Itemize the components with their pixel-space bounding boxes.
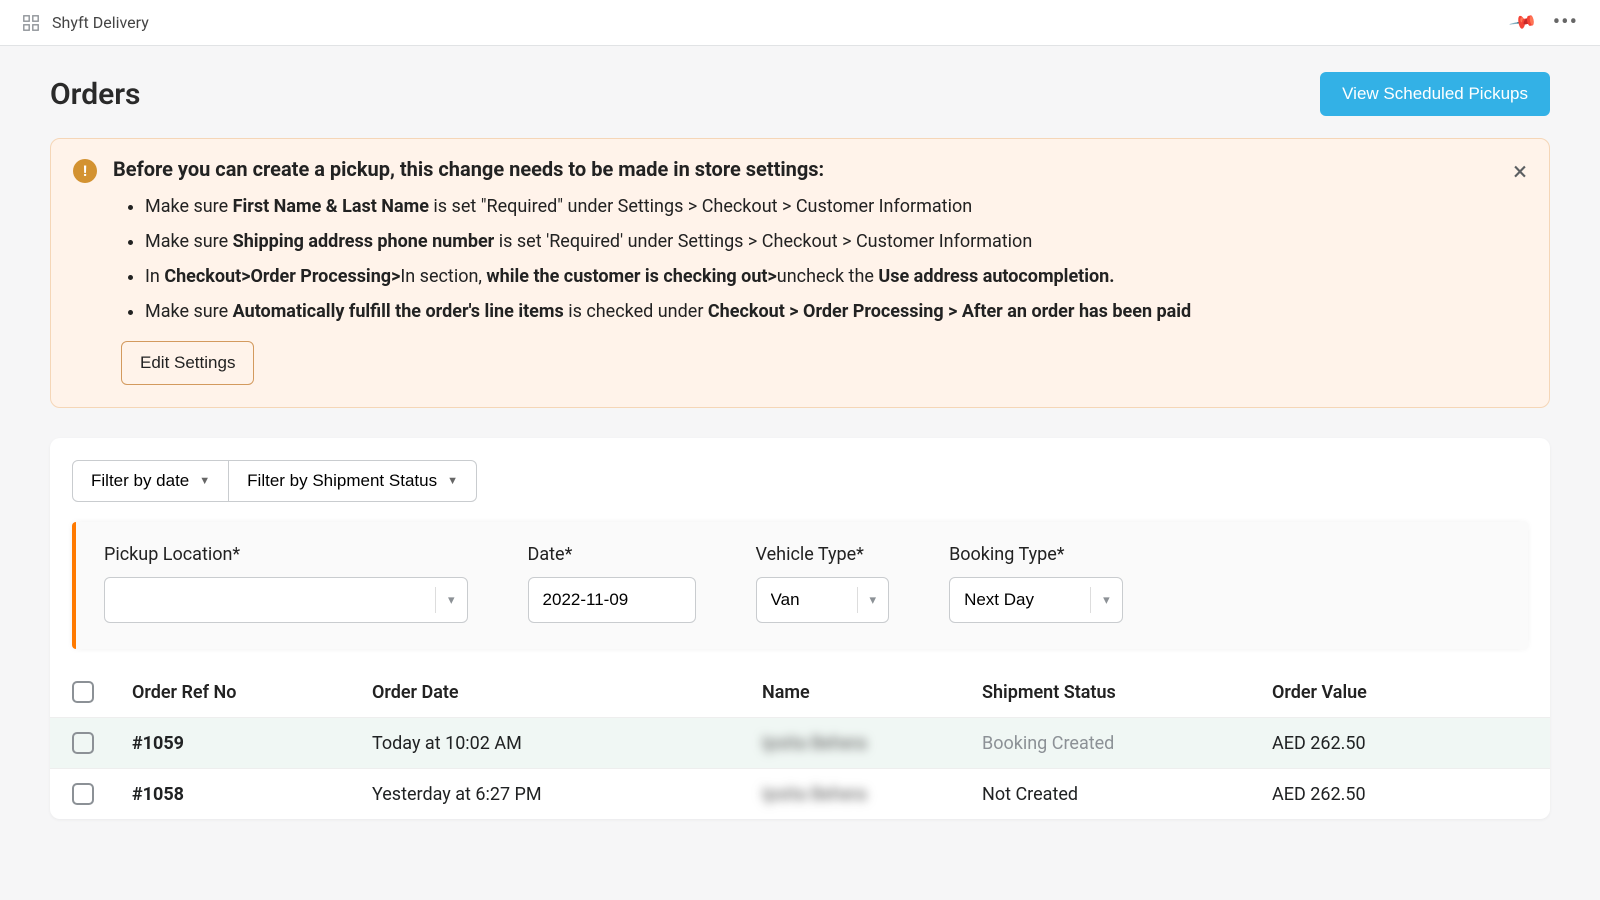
chevron-down-icon[interactable]: ▾ (858, 593, 889, 608)
col-status: Shipment Status (982, 682, 1272, 703)
page-header: Orders View Scheduled Pickups (50, 72, 1550, 116)
alert-item: In Checkout>Order Processing>In section,… (145, 263, 1527, 290)
order-ref: #1059 (132, 733, 372, 754)
table-row[interactable]: #1059Today at 10:02 AMIpsita BeheraBooki… (50, 717, 1550, 768)
alert-head: ! Before you can create a pickup, this c… (73, 157, 1527, 183)
caret-down-icon: ▼ (199, 475, 210, 487)
pickup-location-field: Pickup Location* ▾ (104, 544, 468, 623)
topbar: Shyft Delivery 📌 ••• (0, 0, 1600, 46)
order-date: Yesterday at 6:27 PM (372, 784, 762, 805)
alert-item: Make sure Automatically fulfill the orde… (145, 298, 1527, 325)
alert-actions: Edit Settings (121, 341, 1527, 385)
filter-by-date-button[interactable]: Filter by date ▼ (72, 460, 229, 502)
vehicle-type-field: Vehicle Type* ▾ (756, 544, 890, 623)
chevron-down-icon[interactable]: ▾ (436, 593, 467, 608)
alert-item: Make sure Shipping address phone number … (145, 228, 1527, 255)
filter-by-status-button[interactable]: Filter by Shipment Status ▼ (229, 460, 477, 502)
settings-alert: × ! Before you can create a pickup, this… (50, 138, 1550, 408)
select-all-checkbox[interactable] (72, 681, 94, 703)
app-title: Shyft Delivery (52, 13, 149, 32)
pickup-location-select[interactable]: ▾ (104, 577, 468, 623)
row-checkbox[interactable] (72, 783, 94, 805)
field-label: Vehicle Type* (756, 544, 890, 565)
col-name: Name (762, 682, 982, 703)
view-scheduled-pickups-button[interactable]: View Scheduled Pickups (1320, 72, 1550, 116)
order-value: AED 262.50 (1272, 784, 1528, 805)
table-header: Order Ref No Order Date Name Shipment St… (50, 673, 1550, 717)
date-input-wrap[interactable] (528, 577, 696, 623)
field-label: Booking Type* (949, 544, 1123, 565)
pickup-form: Pickup Location* ▾ Date* Vehicle Type* (72, 522, 1528, 649)
order-value: AED 262.50 (1272, 733, 1528, 754)
caret-down-icon: ▼ (447, 475, 458, 487)
row-checkbox[interactable] (72, 732, 94, 754)
pickup-location-input[interactable] (105, 578, 435, 622)
topbar-right: 📌 ••• (1512, 10, 1578, 35)
vehicle-type-input[interactable] (757, 578, 857, 622)
alert-title: Before you can create a pickup, this cha… (113, 157, 824, 181)
filters: Filter by date ▼ Filter by Shipment Statu… (50, 460, 1550, 522)
edit-settings-button[interactable]: Edit Settings (121, 341, 254, 385)
warning-icon: ! (73, 159, 97, 183)
apps-icon (22, 14, 40, 32)
field-label: Pickup Location* (104, 544, 468, 565)
page: Orders View Scheduled Pickups × ! Before… (0, 46, 1600, 859)
orders-card: Filter by date ▼ Filter by Shipment Statu… (50, 438, 1550, 819)
vehicle-type-select[interactable]: ▾ (756, 577, 890, 623)
customer-name: Ipsita Behera (762, 733, 982, 754)
shipment-status: Booking Created (982, 733, 1272, 754)
customer-name: Ipsita Behera (762, 784, 982, 805)
booking-type-select[interactable]: ▾ (949, 577, 1123, 623)
booking-type-input[interactable] (950, 578, 1090, 622)
order-date: Today at 10:02 AM (372, 733, 762, 754)
booking-type-field: Booking Type* ▾ (949, 544, 1123, 623)
order-ref: #1058 (132, 784, 372, 805)
col-value: Order Value (1272, 682, 1528, 703)
more-icon[interactable]: ••• (1553, 10, 1578, 35)
close-icon[interactable]: × (1513, 157, 1527, 187)
filter-label: Filter by date (91, 471, 189, 491)
page-title: Orders (50, 77, 140, 112)
pin-icon[interactable]: 📌 (1508, 7, 1538, 37)
filter-label: Filter by Shipment Status (247, 471, 437, 491)
chevron-down-icon[interactable]: ▾ (1091, 593, 1122, 608)
orders-table: Order Ref No Order Date Name Shipment St… (50, 673, 1550, 819)
shipment-status: Not Created (982, 784, 1272, 805)
table-row[interactable]: #1058Yesterday at 6:27 PMIpsita BeheraNo… (50, 768, 1550, 819)
col-ref: Order Ref No (132, 682, 372, 703)
alert-list: Make sure First Name & Last Name is set … (145, 193, 1527, 325)
date-input[interactable] (529, 578, 695, 622)
date-field: Date* (528, 544, 696, 623)
col-date: Order Date (372, 682, 762, 703)
alert-item: Make sure First Name & Last Name is set … (145, 193, 1527, 220)
topbar-left: Shyft Delivery (22, 13, 149, 32)
field-label: Date* (528, 544, 696, 565)
